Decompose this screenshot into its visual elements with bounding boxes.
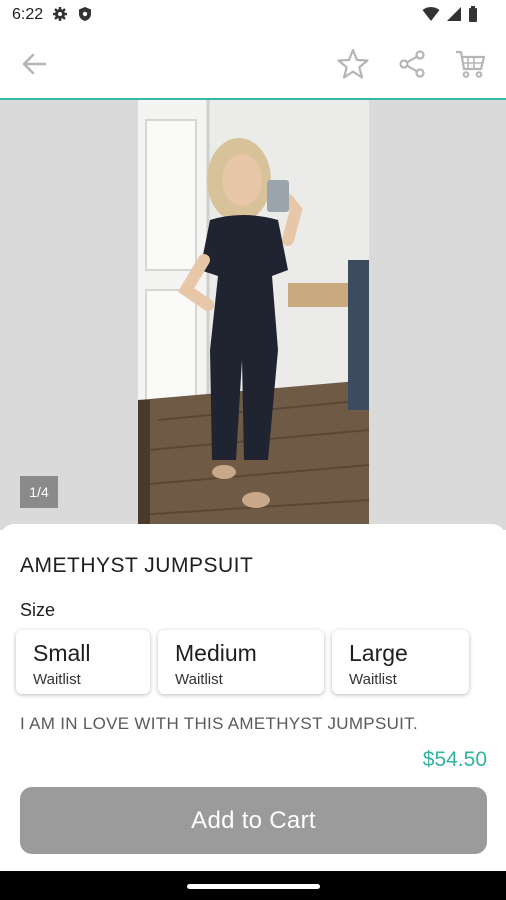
share-icon <box>397 49 427 84</box>
price: $54.50 <box>422 748 487 771</box>
product-title: AMETHYST JUMPSUIT <box>20 554 254 577</box>
add-to-cart-button[interactable]: Add to Cart <box>20 787 487 854</box>
size-status: Waitlist <box>33 671 81 688</box>
system-nav-bar <box>0 871 506 900</box>
status-bar: 6:22 <box>0 0 506 32</box>
size-option-medium[interactable]: Medium Waitlist <box>158 630 324 694</box>
favorite-button[interactable] <box>333 46 373 86</box>
back-arrow-icon <box>19 49 49 84</box>
size-status: Waitlist <box>175 671 223 688</box>
size-label: Size <box>20 600 56 620</box>
gear-icon <box>52 6 68 27</box>
signal-icon <box>446 6 462 27</box>
product-details-sheet: AMETHYST JUMPSUIT Size Small Waitlist Me… <box>0 524 506 734</box>
battery-icon <box>468 6 478 27</box>
back-button[interactable] <box>14 46 54 86</box>
size-status: Waitlist <box>349 671 397 688</box>
size-name: Small <box>33 640 91 666</box>
product-photo <box>138 100 369 530</box>
product-image-gallery[interactable]: 1/4 <box>0 100 506 530</box>
size-name: Large <box>349 640 408 666</box>
purchase-footer: $54.50 Add to Cart <box>0 734 506 871</box>
cart-button[interactable] <box>450 46 490 86</box>
share-button[interactable] <box>392 46 432 86</box>
image-counter: 1/4 <box>20 476 58 508</box>
size-option-small[interactable]: Small Waitlist <box>16 630 150 694</box>
size-option-large[interactable]: Large Waitlist <box>332 630 469 694</box>
star-icon <box>336 47 370 86</box>
size-name: Medium <box>175 640 257 666</box>
app-bar <box>0 32 506 98</box>
cart-icon <box>454 48 486 85</box>
status-right-icons <box>422 6 478 27</box>
shield-icon <box>78 6 92 27</box>
product-description: I AM IN LOVE WITH THIS AMETHYST JUMPSUIT… <box>20 714 419 733</box>
status-time: 6:22 <box>12 6 44 23</box>
status-left-icons <box>52 6 92 27</box>
home-indicator[interactable] <box>187 884 320 889</box>
wifi-icon <box>422 6 440 27</box>
